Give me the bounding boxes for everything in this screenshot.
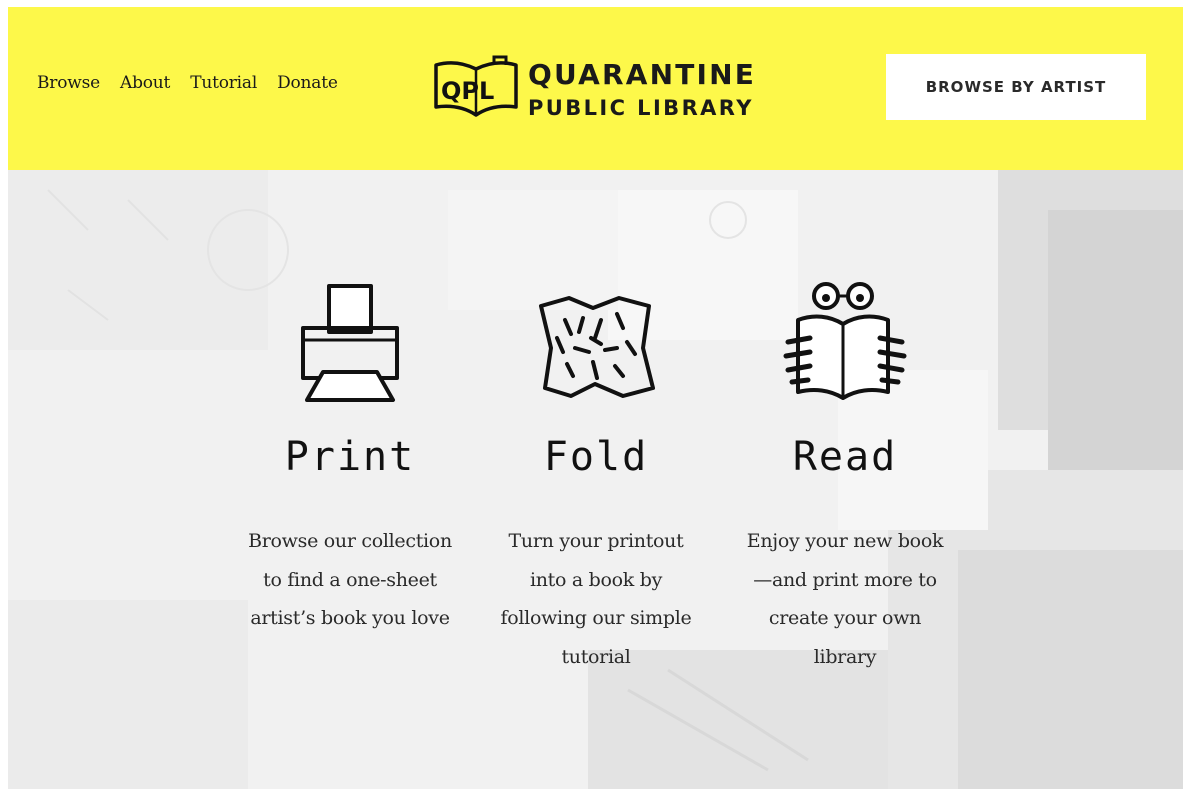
nav-tutorial[interactable]: Tutorial (190, 73, 257, 93)
step-print: Print Browse our collection to find a on… (235, 278, 465, 638)
step-read: Read Enjoy your new book—and print more … (730, 278, 960, 676)
step-title-read: Read (792, 434, 898, 480)
reading-person-icon (783, 282, 907, 400)
hero-section: Print Browse our collection to find a on… (8, 170, 1183, 789)
step-fold: Fold Turn your printout into a book by f… (481, 278, 711, 676)
site-logo[interactable]: QPL QUARANTINE PUBLIC LIBRARY (432, 55, 756, 125)
page: Browse About Tutorial Donate QPL QUARANT… (8, 7, 1183, 789)
printer-icon (301, 284, 399, 402)
logo-mark-text: QPL (441, 77, 494, 105)
nav-about[interactable]: About (120, 73, 170, 93)
step-desc-print: Browse our collection to find a one-shee… (248, 530, 452, 629)
nav-browse[interactable]: Browse (37, 73, 100, 93)
book-logo-icon: QPL (434, 55, 518, 117)
step-title-fold: Fold (543, 434, 649, 480)
step-desc-fold: Turn your printout into a book by follow… (500, 530, 692, 668)
logo-title-line2: PUBLIC LIBRARY (528, 96, 754, 120)
nav-donate[interactable]: Donate (277, 73, 338, 93)
browse-by-artist-button[interactable]: BROWSE BY ARTIST (886, 54, 1146, 120)
folded-map-icon (539, 296, 655, 398)
logo-title-line1: QUARANTINE (528, 58, 757, 91)
main-nav: Browse About Tutorial Donate (37, 73, 338, 93)
step-title-print: Print (284, 434, 416, 480)
site-header: Browse About Tutorial Donate QPL QUARANT… (8, 7, 1183, 170)
step-desc-read: Enjoy your new book—and print more to cr… (746, 530, 944, 668)
